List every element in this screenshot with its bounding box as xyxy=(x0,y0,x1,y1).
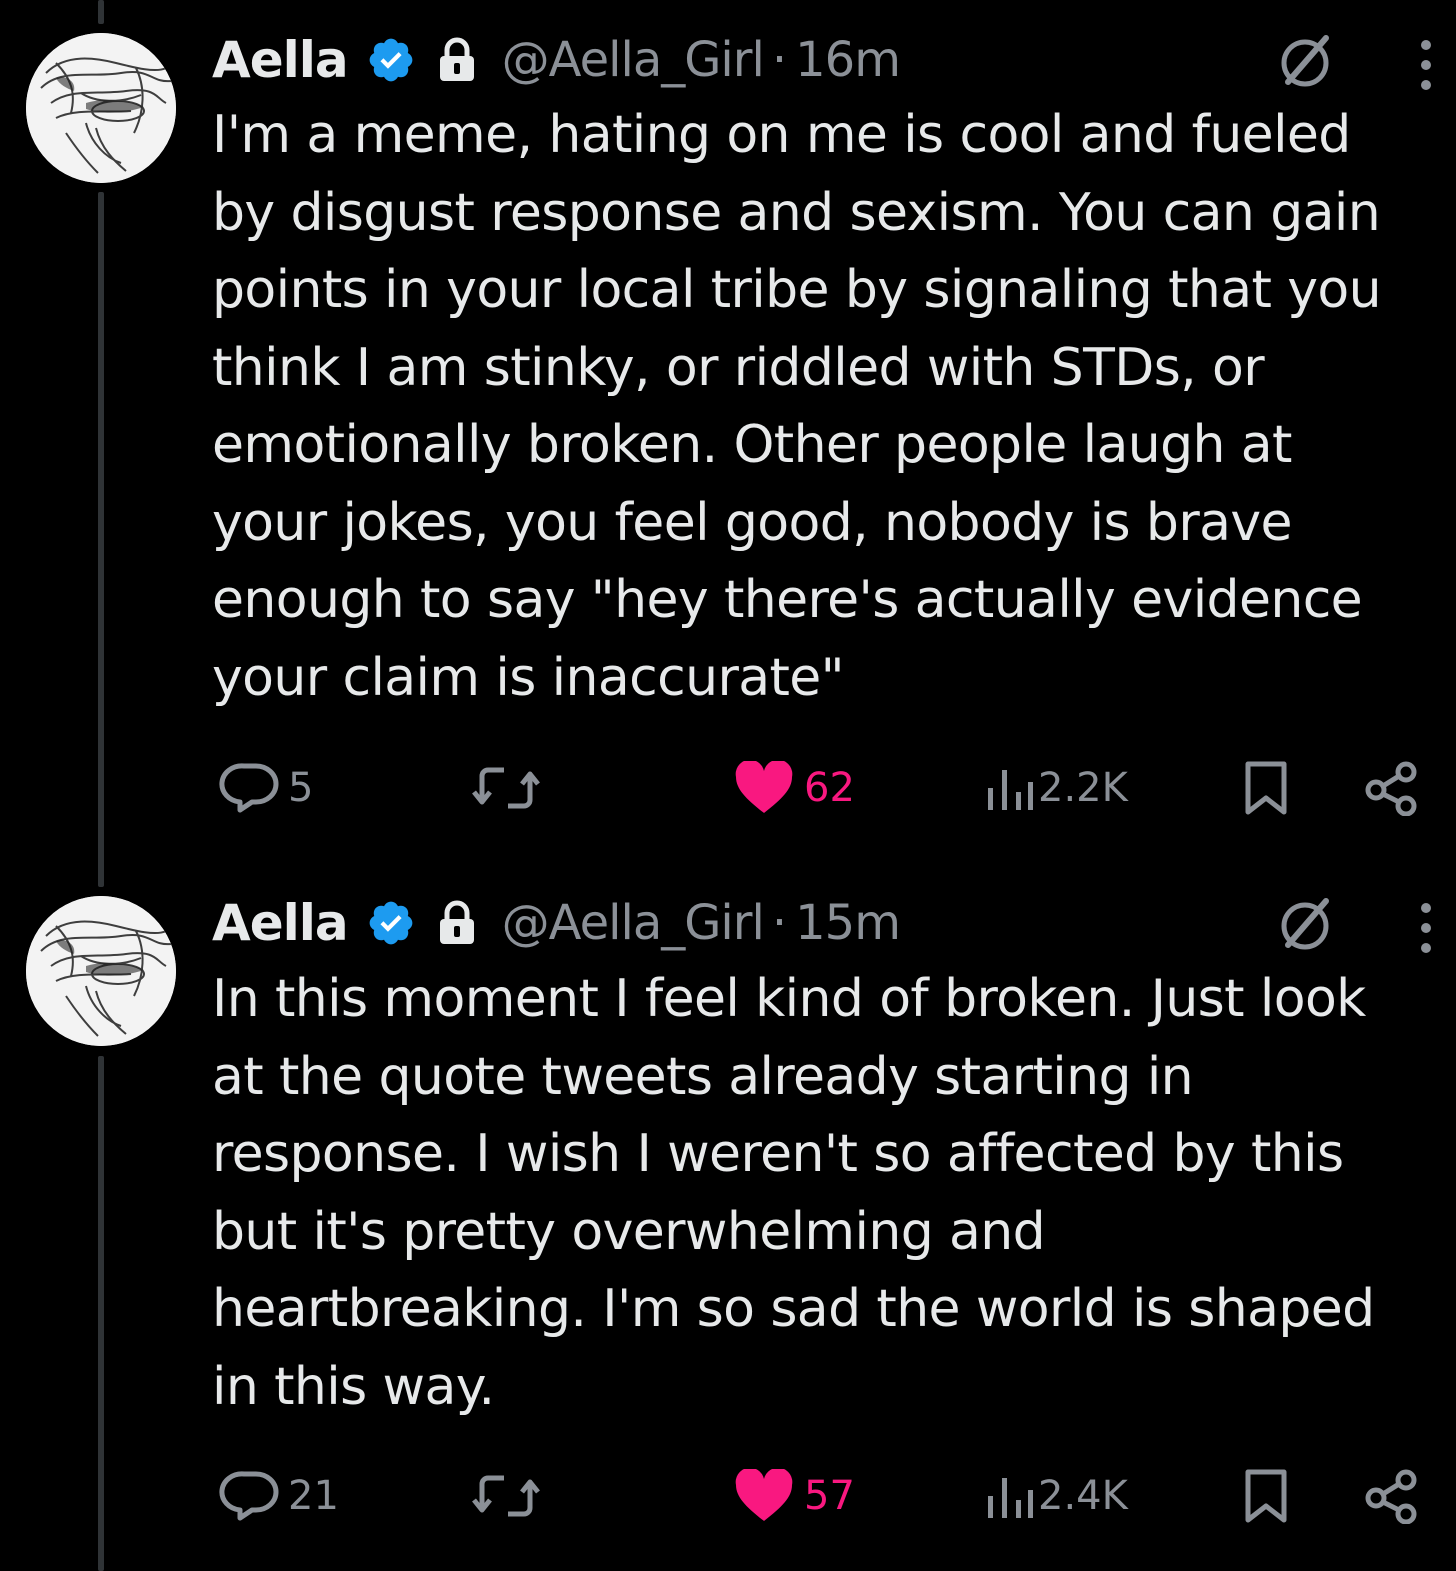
more-vertical-icon[interactable] xyxy=(1414,900,1438,956)
tweet[interactable]: Aella @Aella_Girl · 15m In this moment I… xyxy=(0,0,1456,1571)
tweet-actions: 21 57 2.4K xyxy=(0,1466,1456,1526)
share-button[interactable] xyxy=(1364,1466,1420,1526)
author-name[interactable]: Aella xyxy=(212,894,349,952)
reply-icon xyxy=(219,1471,279,1521)
grok-icon[interactable] xyxy=(1276,895,1334,953)
tweet-text: In this moment I feel kind of broken. Ju… xyxy=(212,969,1375,1417)
avatar[interactable] xyxy=(26,896,176,1046)
bookmark-icon xyxy=(1245,1469,1287,1523)
repost-icon xyxy=(472,1475,540,1517)
views-button[interactable]: 2.4K xyxy=(982,1466,1128,1526)
like-button[interactable]: 57 xyxy=(734,1466,855,1526)
views-icon xyxy=(988,1478,1033,1518)
separator: · xyxy=(771,895,788,951)
views-count: 2.4K xyxy=(1038,1473,1128,1519)
share-icon xyxy=(1365,1469,1417,1524)
timestamp[interactable]: 15m xyxy=(795,895,901,951)
reply-button[interactable]: 21 xyxy=(218,1466,339,1526)
author-handle[interactable]: @Aella_Girl xyxy=(502,895,765,951)
verified-badge-icon xyxy=(366,898,416,948)
reply-count: 21 xyxy=(288,1473,339,1519)
bookmark-button[interactable] xyxy=(1240,1466,1292,1526)
lock-icon xyxy=(436,900,478,946)
repost-button[interactable] xyxy=(470,1466,548,1526)
tweet-header: Aella @Aella_Girl · 15m xyxy=(212,893,901,953)
heart-icon xyxy=(735,1469,793,1521)
like-count: 57 xyxy=(804,1473,855,1519)
